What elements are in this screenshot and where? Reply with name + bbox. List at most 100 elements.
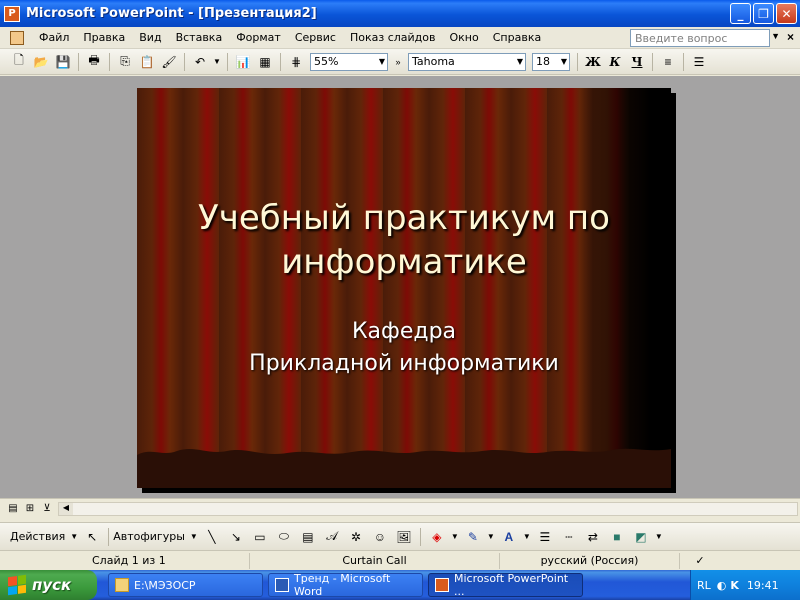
autoshapes-menu-button[interactable]: Автофигуры	[113, 530, 185, 543]
slide-workspace[interactable]: Учебный практикум по информатике Кафедра…	[0, 76, 800, 498]
rectangle-tool-icon[interactable]: ▭	[250, 527, 270, 547]
chevron-down-icon[interactable]: ▼	[70, 527, 78, 547]
drawing-toolbar: Действия ▼ ↖ Автофигуры ▼ ╲ ↘ ▭ ⬭ ▤ 𝒜 ✲ …	[0, 522, 800, 550]
grid-icon[interactable]: ⋕	[287, 53, 305, 71]
font-size-select[interactable]: 18 ▼	[532, 52, 570, 71]
actions-menu-button[interactable]: Действия	[10, 530, 65, 543]
slideshow-view-icon[interactable]: ⊻	[40, 502, 54, 516]
menu-view[interactable]: Вид	[132, 31, 168, 44]
slide-canvas[interactable]: Учебный практикум по информатике Кафедра…	[137, 88, 671, 488]
kaspersky-icon[interactable]: K	[730, 579, 739, 592]
start-button[interactable]: пуск	[0, 570, 97, 600]
chevron-down-icon[interactable]: ▼	[655, 527, 663, 547]
font-select[interactable]: Tahoma ▼	[408, 52, 526, 71]
minimize-button[interactable]: _	[730, 3, 751, 24]
open-folder-icon[interactable]: 📂	[32, 53, 50, 71]
document-menu-icon[interactable]	[10, 30, 24, 45]
zoom-select[interactable]: 55% ▼	[310, 52, 388, 71]
line-color-icon[interactable]: ✎	[463, 527, 483, 547]
toolbar-separator	[184, 52, 185, 71]
diagram-icon[interactable]: ✲	[346, 527, 366, 547]
toolbar-separator	[652, 52, 653, 71]
format-painter-icon[interactable]: 🖌	[160, 53, 178, 71]
toolbar-options-icon[interactable]: »	[393, 53, 403, 71]
paste-icon[interactable]: 📋	[138, 53, 156, 71]
chevron-down-icon[interactable]: ▼	[523, 527, 531, 547]
new-document-icon[interactable]: 🗋	[10, 53, 28, 71]
folder-icon	[115, 578, 129, 592]
italic-button[interactable]: К	[606, 53, 624, 71]
chevron-down-icon[interactable]: ▼	[561, 57, 567, 66]
arrow-tool-icon[interactable]: ↘	[226, 527, 246, 547]
insert-table-icon[interactable]: ▦	[256, 53, 274, 71]
clipart-icon[interactable]: ☺	[370, 527, 390, 547]
spelling-check-icon[interactable]: ✓	[680, 553, 720, 569]
font-value: Tahoma	[412, 55, 455, 68]
oval-tool-icon[interactable]: ⬭	[274, 527, 294, 547]
slide-counter: Слайд 1 из 1	[0, 552, 250, 569]
taskbar-item-powerpoint[interactable]: Microsoft PowerPoint ...	[428, 572, 583, 598]
powerpoint-app-icon[interactable]: P	[4, 5, 20, 22]
3d-style-icon[interactable]: ◩	[631, 527, 651, 547]
toolbar-separator	[280, 52, 281, 71]
scroll-left-icon[interactable]: ◀	[59, 503, 73, 515]
menu-window[interactable]: Окно	[443, 31, 486, 44]
volume-icon[interactable]: ◐	[717, 579, 727, 592]
toolbar-separator	[577, 52, 578, 71]
dash-style-icon[interactable]: ┄	[559, 527, 579, 547]
line-style-icon[interactable]: ☰	[535, 527, 555, 547]
menu-format[interactable]: Формат	[229, 31, 288, 44]
language-indicator[interactable]: RL	[697, 579, 711, 592]
curtain-hem-graphic	[137, 448, 671, 488]
shadow-style-icon[interactable]: ■	[607, 527, 627, 547]
slide-title[interactable]: Учебный практикум по информатике	[157, 196, 651, 284]
copy-icon[interactable]: ⎘	[116, 53, 134, 71]
restore-button[interactable]: ❐	[753, 3, 774, 24]
zoom-value: 55%	[314, 55, 339, 68]
toolbar-separator	[683, 52, 684, 71]
normal-view-icon[interactable]: ▤	[6, 502, 20, 516]
insert-picture-icon[interactable]: 🖼	[394, 527, 414, 547]
toolbar-separator	[419, 527, 421, 546]
undo-icon[interactable]: ↶	[191, 53, 209, 71]
slide-subtitle[interactable]: Кафедра Прикладной информатики	[157, 316, 651, 380]
align-center-icon[interactable]: ≡	[659, 53, 677, 71]
menu-tools[interactable]: Сервис	[288, 31, 343, 44]
horizontal-scrollbar[interactable]: ◀	[58, 502, 798, 516]
slide-sorter-icon[interactable]: ⊞	[23, 502, 37, 516]
help-question-input[interactable]: Введите вопрос	[630, 29, 770, 47]
taskbar-item-word[interactable]: Тренд - Microsoft Word	[268, 572, 423, 598]
menu-file[interactable]: Файл	[32, 31, 76, 44]
text-box-icon[interactable]: ▤	[298, 527, 318, 547]
menu-insert[interactable]: Вставка	[169, 31, 230, 44]
title-bar: P Microsoft PowerPoint - [Презентация2] …	[0, 0, 800, 27]
chevron-down-icon[interactable]: ▼	[379, 57, 385, 66]
chevron-down-icon[interactable]: ▼	[487, 527, 495, 547]
close-button[interactable]: ✕	[776, 3, 797, 24]
document-close-icon[interactable]: ×	[787, 30, 794, 44]
bullets-icon[interactable]: ☰	[690, 53, 708, 71]
arrow-style-icon[interactable]: ⇄	[583, 527, 603, 547]
fill-color-icon[interactable]: ◈	[427, 527, 447, 547]
chevron-down-icon[interactable]: ▼	[451, 527, 459, 547]
menu-help[interactable]: Справка	[486, 31, 548, 44]
slide-title-line: информатике	[281, 242, 527, 282]
chevron-down-icon[interactable]: ▼	[190, 527, 198, 547]
menu-edit[interactable]: Правка	[76, 31, 132, 44]
taskbar-item-explorer[interactable]: E:\МЭЗОСР	[108, 573, 263, 597]
line-tool-icon[interactable]: ╲	[202, 527, 222, 547]
help-dropdown-icon[interactable]: ▼	[771, 31, 780, 41]
font-color-icon[interactable]: A	[499, 527, 519, 547]
chevron-down-icon[interactable]: ▼	[517, 57, 523, 66]
bold-button[interactable]: Ж	[584, 53, 602, 71]
save-icon[interactable]: 💾	[54, 53, 72, 71]
select-pointer-icon[interactable]: ↖	[82, 527, 102, 547]
underline-button[interactable]: Ч	[628, 53, 646, 71]
print-icon[interactable]: 🖶	[85, 53, 103, 71]
wordart-icon[interactable]: 𝒜	[322, 527, 342, 547]
insert-chart-icon[interactable]: 📊	[234, 53, 252, 71]
toolbar-separator	[78, 52, 79, 71]
clock[interactable]: 19:41	[747, 579, 779, 592]
menu-slideshow[interactable]: Показ слайдов	[343, 31, 443, 44]
undo-dropdown-icon[interactable]: ▼	[213, 53, 221, 71]
